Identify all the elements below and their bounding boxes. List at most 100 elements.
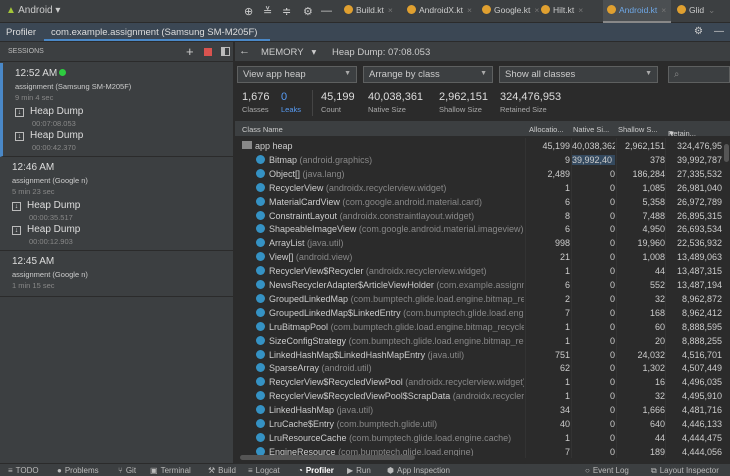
table-row[interactable]: Bitmap (android.graphics) 9 39,992,40 378 39… <box>235 154 725 168</box>
search-input[interactable]: ⌕ <box>668 66 730 83</box>
heap-dump-label: Heap Dump: 07:08.053 <box>332 47 431 58</box>
table-row[interactable]: GroupedLinkedMap$LinkedEntry (com.bumpte… <box>235 307 725 321</box>
tool-window-app-inspection[interactable]: ⬢ App Inspection <box>387 466 450 475</box>
table-row[interactable]: SparseArray (android.util) 62 0 1,302 4,507,… <box>235 362 725 376</box>
table-row[interactable]: NewsRecyclerAdapter$ArticleViewHolder (c… <box>235 279 725 293</box>
native-size-cell: 0 <box>609 405 615 416</box>
shallow-size-cell: 16 <box>654 377 665 388</box>
tool-window-todo[interactable]: ≡ TODO <box>8 466 39 475</box>
allocations-cell: 1 <box>564 182 570 193</box>
table-row[interactable]: MaterialCardView (com.google.android.mat… <box>235 196 725 210</box>
allocations-cell: 40 <box>559 419 570 429</box>
table-row[interactable]: RecyclerView$Recycler (androidx.recycler… <box>235 265 725 279</box>
file-tab[interactable]: Google.kt × <box>478 0 544 23</box>
table-row[interactable]: LruCache$Entry (com.bumptech.glide.util)… <box>235 418 725 432</box>
column-allocations[interactable]: Allocatio... <box>529 125 564 134</box>
table-row[interactable]: LinkedHashMap$LinkedHashMapEntry (java.u… <box>235 349 725 363</box>
file-tab[interactable]: Glid ⌄ <box>673 0 720 23</box>
heap-dump-icon: ↓ <box>12 226 21 235</box>
vertical-scrollbar[interactable] <box>724 144 729 162</box>
memory-toolbar: ← MEMORY ▾ Heap Dump: 07:08.053 <box>235 42 730 62</box>
heap-dump-item[interactable]: ↓ Heap Dump <box>12 200 80 211</box>
monitor-selector[interactable]: MEMORY ▾ <box>261 47 316 58</box>
table-row-app-heap[interactable]: app heap 45,199 40,038,362 2,962,151 324,476… <box>235 140 725 154</box>
allocations-cell: 6 <box>564 280 570 290</box>
back-arrow-icon[interactable]: ← <box>239 45 250 57</box>
heap-select[interactable]: View app heap ▼ <box>237 66 357 83</box>
gear-icon[interactable]: ⚙ <box>694 26 703 37</box>
session-item[interactable]: 12:52 AM assignment (Samsung SM-M205F) 9 m… <box>0 63 234 157</box>
project-selector[interactable]: ▲ Android ▾ <box>6 5 60 16</box>
tool-window-logcat[interactable]: ≡ Logcat <box>248 466 280 475</box>
expand-all-icon[interactable]: ≚ <box>263 5 272 18</box>
sessions-label: SESSIONS <box>8 48 44 55</box>
minimize-icon[interactable]: — <box>714 26 724 37</box>
table-row[interactable]: LinkedHashMap (java.util) 34 0 1,666 4,481,7… <box>235 404 725 418</box>
table-row[interactable]: LruResourceCache (com.bumptech.glide.loa… <box>235 432 725 446</box>
retained-size-value: 324,476,953 <box>500 91 562 103</box>
table-row[interactable]: SizeConfigStrategy (com.bumptech.glide.l… <box>235 335 725 349</box>
close-icon[interactable]: × <box>578 5 583 15</box>
stop-icon[interactable] <box>204 48 212 56</box>
session-item[interactable]: 12:45 AM assignment (Google n) 1 min 15 se… <box>0 251 234 297</box>
heap-dump-item[interactable]: ↓ Heap Dump <box>12 224 80 235</box>
column-native-size[interactable]: Native Si... <box>573 125 609 134</box>
tool-window-event-log[interactable]: ○ Event Log <box>585 466 629 475</box>
tool-window-profiler[interactable]: ◔ Profiler <box>298 466 334 475</box>
shallow-size-cell: 168 <box>649 307 665 318</box>
gear-icon[interactable]: ⚙ <box>303 5 313 18</box>
tool-window-build[interactable]: ⚒ Build <box>208 466 236 475</box>
close-icon[interactable]: × <box>467 5 472 15</box>
retained-size-label: Retained Size <box>500 105 547 114</box>
target-icon[interactable]: ⊕ <box>244 5 253 18</box>
horizontal-scrollbar[interactable] <box>240 455 415 460</box>
table-row[interactable]: View[] (android.view) 21 0 1,008 13,489,063 <box>235 251 725 265</box>
tool-window-problems[interactable]: ● Problems <box>57 466 99 475</box>
session-item[interactable]: 12:46 AM assignment (Google n) 5 min 23 se… <box>0 157 234 251</box>
class-name: Object[] <box>269 168 301 179</box>
retained-size-cell: 8,888,255 <box>681 335 722 346</box>
table-row[interactable]: RecyclerView$RecycledViewPool (androidx.… <box>235 376 725 390</box>
add-session-icon[interactable]: + <box>186 44 194 59</box>
table-row[interactable]: RecyclerView (androidx.recyclerview.widg… <box>235 182 725 196</box>
chevron-down-icon[interactable]: ⌄ <box>708 5 715 15</box>
arrange-select[interactable]: Arrange by class ▼ <box>363 66 493 83</box>
minimize-icon[interactable]: — <box>321 5 332 17</box>
leaks-label[interactable]: Leaks <box>281 105 301 114</box>
collapse-all-icon[interactable]: ≑ <box>282 5 291 18</box>
event-log-icon: ○ <box>585 466 590 475</box>
file-tab[interactable]: Build.kt × <box>340 0 398 23</box>
heap-dump-item[interactable]: ↓ Heap Dump <box>15 130 83 141</box>
table-row[interactable]: LruBitmapPool (com.bumptech.glide.load.e… <box>235 321 725 335</box>
file-tab[interactable]: Android.kt × <box>603 0 672 23</box>
class-name: LruCache$Entry <box>269 419 335 429</box>
tool-window-layout-inspector[interactable]: ⧉ Layout Inspector <box>651 466 719 476</box>
leaks-count[interactable]: 0 <box>281 91 287 103</box>
allocations-cell: 1 <box>564 335 570 346</box>
close-icon[interactable]: × <box>388 5 393 15</box>
table-row[interactable]: Object[] (java.lang) 2,489 0 186,284 27,335,… <box>235 168 725 182</box>
table-row[interactable]: ConstraintLayout (androidx.constraintlay… <box>235 210 725 224</box>
sessions-panel: SESSIONS + 12:52 AM assignment (Samsung S… <box>0 42 234 463</box>
collapse-panel-icon[interactable] <box>221 47 230 56</box>
allocations-cell: 1 <box>564 391 570 402</box>
allocations-cell: 2,489 <box>547 168 570 179</box>
file-tab[interactable]: Hilt.kt × <box>537 0 588 23</box>
file-tab[interactable]: AndroidX.kt × <box>403 0 477 23</box>
profiler-bar: Profiler com.example.assignment (Samsung… <box>0 23 730 42</box>
classes-select[interactable]: Show all classes ▼ <box>499 66 658 83</box>
column-class-name[interactable]: Class Name <box>242 125 283 134</box>
table-row[interactable]: GroupedLinkedMap (com.bumptech.glide.loa… <box>235 293 725 307</box>
tool-window-git[interactable]: ⑂ Git <box>118 466 136 475</box>
column-shallow-size[interactable]: Shallow S... <box>618 125 658 134</box>
close-icon[interactable]: × <box>661 5 666 15</box>
tool-window-run[interactable]: ▶ Run <box>347 466 371 475</box>
session-tab[interactable]: com.example.assignment (Samsung SM-M205F… <box>51 27 257 38</box>
heap-dump-item[interactable]: ↓ Heap Dump <box>15 106 83 117</box>
table-row[interactable]: ShapeableImageView (com.google.android.m… <box>235 223 725 237</box>
table-row[interactable]: RecyclerView$RecycledViewPool$ScrapData … <box>235 390 725 404</box>
heap-dump-time: 00:00:42.370 <box>32 143 76 152</box>
tool-window-terminal[interactable]: ▣ Terminal <box>150 466 191 475</box>
root-name: app heap <box>255 141 293 151</box>
table-row[interactable]: ArrayList (java.util) 998 0 19,960 22,536,93… <box>235 237 725 251</box>
